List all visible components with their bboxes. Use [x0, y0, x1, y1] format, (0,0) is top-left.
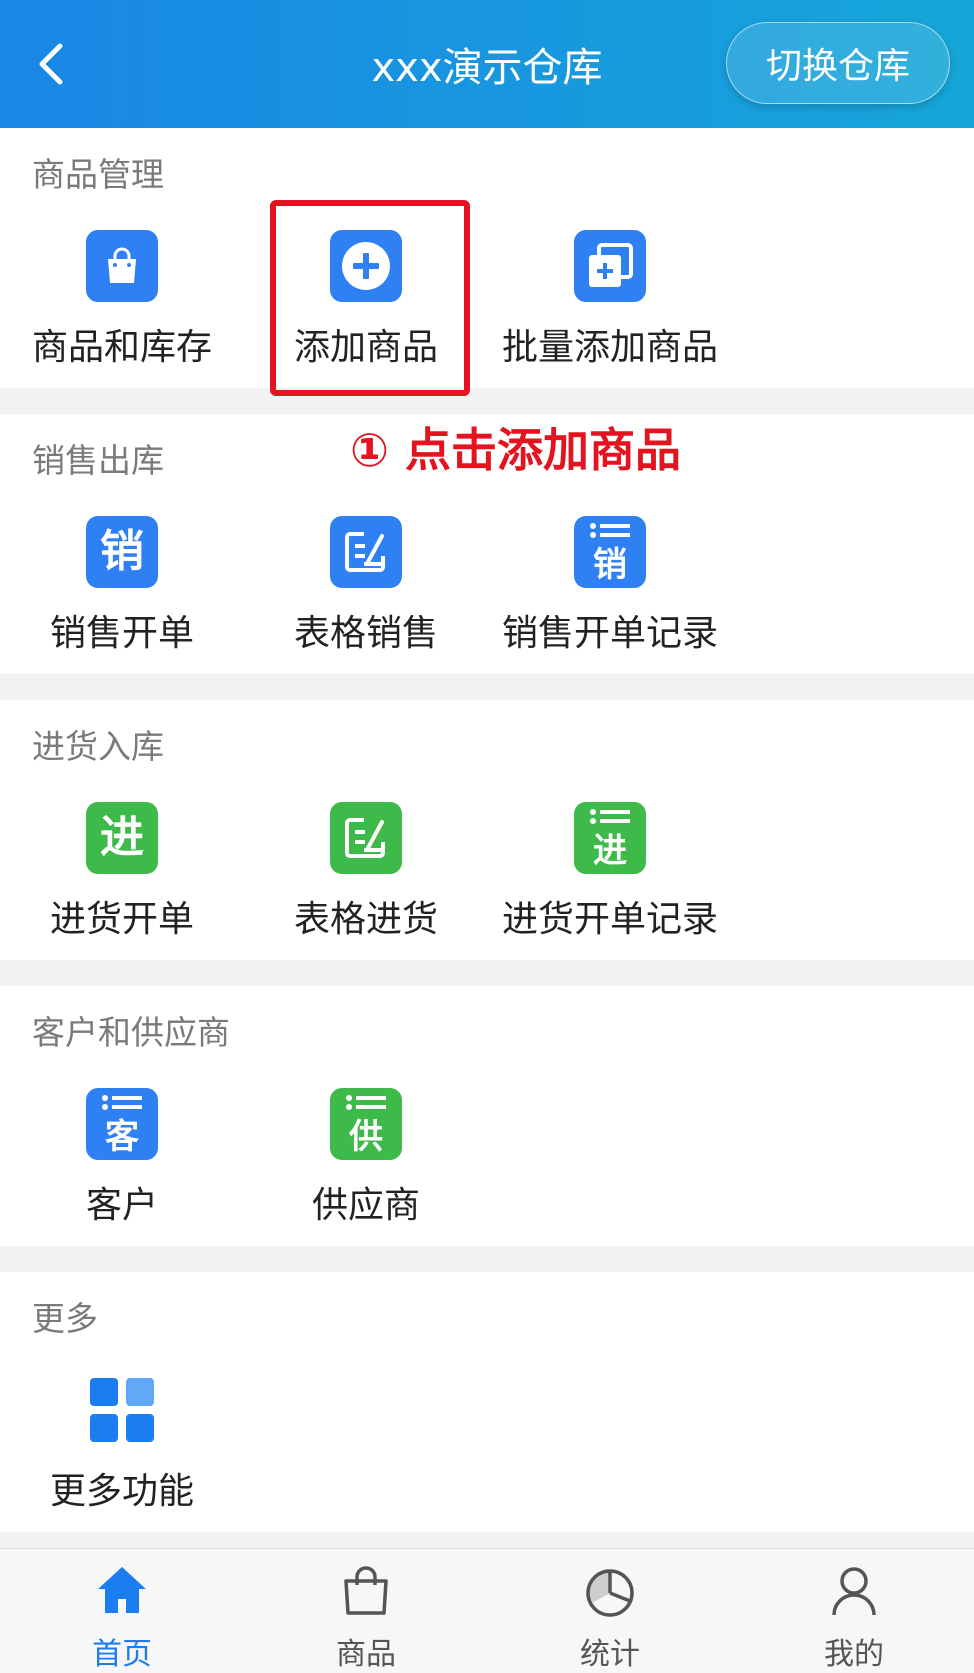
tile-label: 销售开单: [49, 613, 194, 654]
batch-add-icon: [574, 230, 646, 302]
tile-label: 供应商: [311, 1185, 420, 1226]
section-more: 更多 更多功能: [0, 1272, 974, 1532]
tab-label: 商品: [336, 1637, 396, 1672]
sales-glyph-icon: 销: [86, 516, 158, 588]
highlight-box: [270, 200, 470, 396]
section-goods-management: 商品管理 商品和库存 添加商品 批量添加商品: [0, 128, 974, 388]
tile-purchase-order[interactable]: 进 进货开单: [0, 790, 244, 966]
tab-label: 统计: [580, 1637, 640, 1672]
tile-goods-and-inventory[interactable]: 商品和库存: [0, 218, 244, 394]
tile-purchase-order-records[interactable]: 进 进货开单记录: [488, 790, 732, 966]
tile-customers[interactable]: 客 客户: [0, 1076, 244, 1252]
sales-list-icon: 销: [574, 516, 646, 588]
shopping-bag-icon: [344, 1566, 388, 1615]
tab-goods[interactable]: 商品: [244, 1549, 488, 1673]
tile-table-purchase[interactable]: 表格进货: [244, 790, 488, 966]
home-icon: [98, 1567, 146, 1613]
back-button[interactable]: [30, 36, 70, 92]
section-purchase-inbound: 进货入库 进 进货开单 表格进货 进 进货开单记录: [0, 700, 974, 960]
section-title: 更多: [32, 1299, 98, 1338]
customer-list-icon: 客: [86, 1088, 158, 1160]
chevron-left-icon: [39, 43, 63, 85]
tab-statistics[interactable]: 统计: [488, 1549, 732, 1673]
supplier-list-icon: 供: [330, 1088, 402, 1160]
purchase-glyph-icon: 进: [86, 802, 158, 874]
tile-suppliers[interactable]: 供 供应商: [244, 1076, 488, 1252]
top-app-bar: xxx演示仓库 切换仓库: [0, 0, 974, 128]
purchase-list-icon: 进: [574, 802, 646, 874]
bottom-tab-bar: 首页 商品 统计 我的: [0, 1548, 974, 1673]
user-icon: [832, 1567, 876, 1616]
annotation-text: ① 点击添加商品: [350, 423, 681, 477]
tab-home[interactable]: 首页: [0, 1549, 244, 1673]
section-title: 商品管理: [32, 155, 164, 194]
tile-label: 表格销售: [293, 613, 438, 654]
shopping-bag-icon: [86, 230, 158, 302]
tile-label: 销售开单记录: [501, 613, 718, 654]
grid-apps-icon: [86, 1374, 158, 1446]
tile-label: 批量添加商品: [501, 327, 718, 368]
section-title: 客户和供应商: [32, 1013, 230, 1052]
tile-sales-order[interactable]: 销 销售开单: [0, 504, 244, 680]
tile-sales-order-records[interactable]: 销 销售开单记录: [488, 504, 732, 680]
tab-profile[interactable]: 我的: [732, 1549, 974, 1673]
tile-label: 进货开单: [49, 899, 194, 940]
section-title: 销售出库: [32, 441, 164, 480]
tab-label: 首页: [92, 1637, 152, 1672]
tile-label: 表格进货: [293, 899, 438, 940]
tile-label: 客户: [85, 1185, 158, 1226]
tile-batch-add-goods[interactable]: 批量添加商品: [488, 218, 732, 394]
tile-label: 更多功能: [49, 1471, 194, 1512]
pie-chart-icon: [586, 1569, 634, 1617]
section-customers-suppliers: 客户和供应商 客 客户 供 供应商: [0, 986, 974, 1246]
tile-table-sales[interactable]: 表格销售: [244, 504, 488, 680]
tile-label: 进货开单记录: [501, 899, 718, 940]
table-edit-icon: [330, 802, 402, 874]
section-title: 进货入库: [32, 727, 164, 766]
tab-label: 我的: [824, 1637, 884, 1672]
tile-more-functions[interactable]: 更多功能: [0, 1362, 244, 1538]
switch-warehouse-button[interactable]: 切换仓库: [726, 22, 950, 104]
tile-label: 商品和库存: [31, 327, 212, 368]
table-edit-icon: [330, 516, 402, 588]
